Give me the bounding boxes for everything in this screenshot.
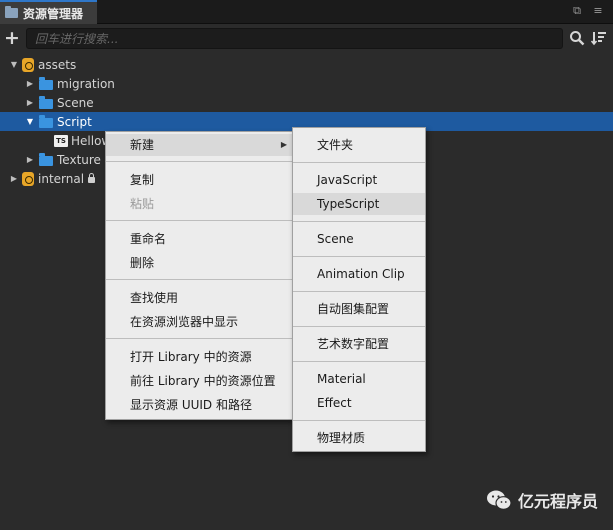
toolbar: +	[0, 26, 613, 52]
wechat-icon	[487, 490, 512, 510]
collapsed-arrow-icon[interactable]: ▶	[25, 98, 35, 107]
submenu-item-material[interactable]: Material	[293, 368, 425, 390]
tab-label: 资源管理器	[23, 6, 84, 21]
menu-separator	[293, 361, 425, 362]
context-menu: 新建 ▶ 复制 粘贴 重命名 删除 查找使用 在资源浏览器中显示 打开 Libr…	[105, 131, 294, 420]
tab-assets[interactable]: 资源管理器	[0, 0, 97, 24]
submenu-item-effect[interactable]: Effect	[293, 392, 425, 414]
popout-icon[interactable]: ⧉	[571, 5, 583, 17]
add-asset-button[interactable]: +	[4, 28, 20, 48]
submenu-item-scene[interactable]: Scene	[293, 228, 425, 250]
collapsed-arrow-icon[interactable]: ▶	[25, 155, 35, 164]
watermark: 亿元程序员	[486, 488, 598, 512]
menu-separator	[106, 279, 293, 280]
menu-separator	[106, 220, 293, 221]
menu-item-find-usage[interactable]: 查找使用	[106, 287, 293, 309]
collapsed-arrow-icon[interactable]: ▶	[25, 79, 35, 88]
menu-item-new[interactable]: 新建 ▶	[106, 134, 293, 156]
folder-icon	[39, 76, 53, 90]
folder-icon	[39, 95, 53, 109]
typescript-file-icon: TS	[54, 134, 68, 147]
folder-open-icon	[39, 114, 53, 128]
menu-item-label: 新建	[130, 138, 155, 152]
tree-item-label: Texture	[57, 152, 101, 167]
menu-item-delete[interactable]: 删除	[106, 252, 293, 274]
menu-item-show-uuid[interactable]: 显示资源 UUID 和路径	[106, 394, 293, 416]
submenu-item-folder[interactable]: 文件夹	[293, 134, 425, 156]
submenu-arrow-icon: ▶	[280, 140, 287, 149]
submenu-item-physics-material[interactable]: 物理材质	[293, 427, 425, 449]
new-submenu: 文件夹 JavaScript TypeScript Scene Animatio…	[292, 127, 426, 452]
sort-icon[interactable]	[591, 30, 607, 46]
tree-item-scene[interactable]: ▶ Scene	[0, 93, 613, 112]
menu-separator	[293, 162, 425, 163]
folder-icon	[39, 152, 53, 166]
menu-separator	[293, 221, 425, 222]
tree-item-label: Scene	[57, 95, 94, 110]
menu-item-goto-library[interactable]: 前往 Library 中的资源位置	[106, 370, 293, 392]
submenu-item-animation-clip[interactable]: Animation Clip	[293, 263, 425, 285]
asset-db-icon	[22, 57, 34, 72]
menu-separator	[293, 326, 425, 327]
collapsed-arrow-icon[interactable]: ▶	[9, 174, 19, 183]
menu-separator	[106, 338, 293, 339]
folder-icon	[5, 6, 18, 18]
tree-item-label: assets	[38, 57, 77, 72]
menu-separator	[106, 161, 293, 162]
tree-item-label: internal	[38, 171, 85, 186]
panel-titlebar: 资源管理器 ⧉ ≡	[0, 0, 613, 24]
expanded-arrow-icon[interactable]: ▼	[9, 60, 19, 69]
menu-item-rename[interactable]: 重命名	[106, 228, 293, 250]
submenu-item-javascript[interactable]: JavaScript	[293, 169, 425, 191]
tree-item-assets[interactable]: ▼ assets	[0, 55, 613, 74]
tree-item-label: Script	[57, 114, 92, 129]
menu-separator	[293, 256, 425, 257]
submenu-item-typescript[interactable]: TypeScript	[293, 193, 425, 215]
menu-item-copy[interactable]: 复制	[106, 169, 293, 191]
search-icon[interactable]	[569, 30, 585, 46]
expanded-arrow-icon[interactable]: ▼	[25, 117, 35, 126]
tree-item-migration[interactable]: ▶ migration	[0, 74, 613, 93]
submenu-item-auto-atlas[interactable]: 自动图集配置	[293, 298, 425, 320]
watermark-text: 亿元程序员	[518, 492, 599, 511]
submenu-item-art-number[interactable]: 艺术数字配置	[293, 333, 425, 355]
asset-db-icon	[22, 171, 34, 186]
menu-item-open-in-library[interactable]: 打开 Library 中的资源	[106, 346, 293, 368]
lock-icon	[88, 173, 96, 183]
menu-separator	[293, 291, 425, 292]
tree-item-label: migration	[57, 76, 115, 91]
search-input[interactable]	[26, 28, 563, 49]
menu-separator	[293, 420, 425, 421]
menu-item-paste[interactable]: 粘贴	[106, 193, 293, 215]
menu-item-show-in-browser[interactable]: 在资源浏览器中显示	[106, 311, 293, 333]
menu-icon[interactable]: ≡	[592, 5, 604, 17]
